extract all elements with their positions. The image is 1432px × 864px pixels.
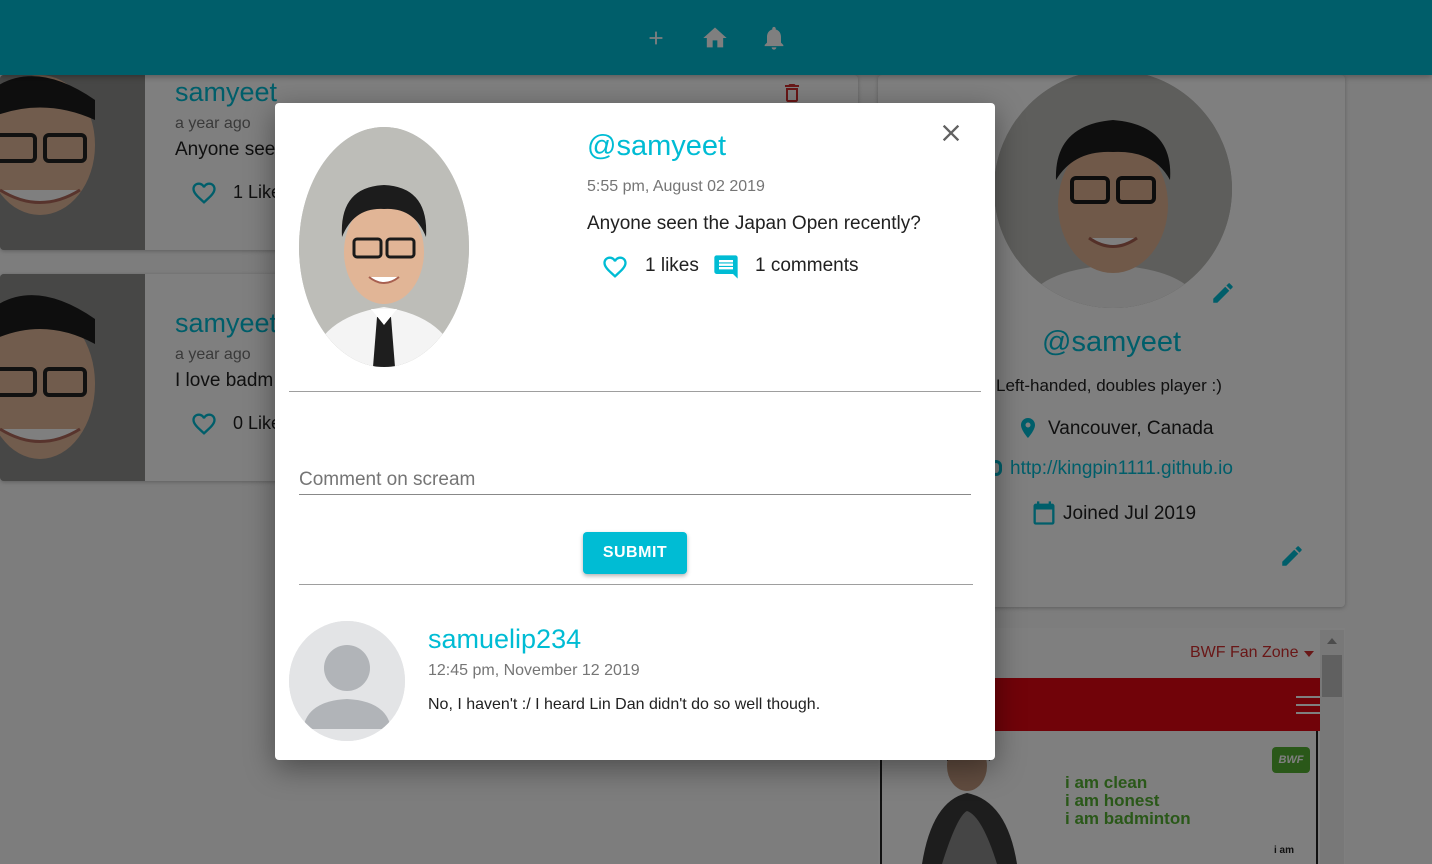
divider — [289, 391, 981, 392]
dialog-avatar — [299, 127, 469, 367]
dialog-time: 5:55 pm, August 02 2019 — [587, 178, 765, 195]
comment-icon[interactable] — [712, 253, 740, 286]
submit-button[interactable]: SUBMIT — [583, 532, 687, 574]
comment-body: No, I haven't :/ I heard Lin Dan didn't … — [428, 696, 821, 713]
heart-icon[interactable] — [601, 253, 629, 286]
close-icon[interactable] — [937, 119, 965, 147]
comment-input[interactable] — [299, 465, 971, 495]
comment-time: 12:45 pm, November 12 2019 — [428, 662, 640, 679]
commenter-avatar — [289, 621, 405, 741]
dialog-body: Anyone seen the Japan Open recently? — [587, 213, 921, 234]
divider — [299, 584, 973, 585]
commenter-username[interactable]: samuelip234 — [428, 624, 581, 655]
scream-dialog: @samyeet 5:55 pm, August 02 2019 Anyone … — [275, 103, 995, 760]
dialog-handle[interactable]: @samyeet — [587, 130, 726, 163]
like-count: 1 likes — [645, 255, 699, 276]
comment-count: 1 comments — [755, 255, 859, 276]
